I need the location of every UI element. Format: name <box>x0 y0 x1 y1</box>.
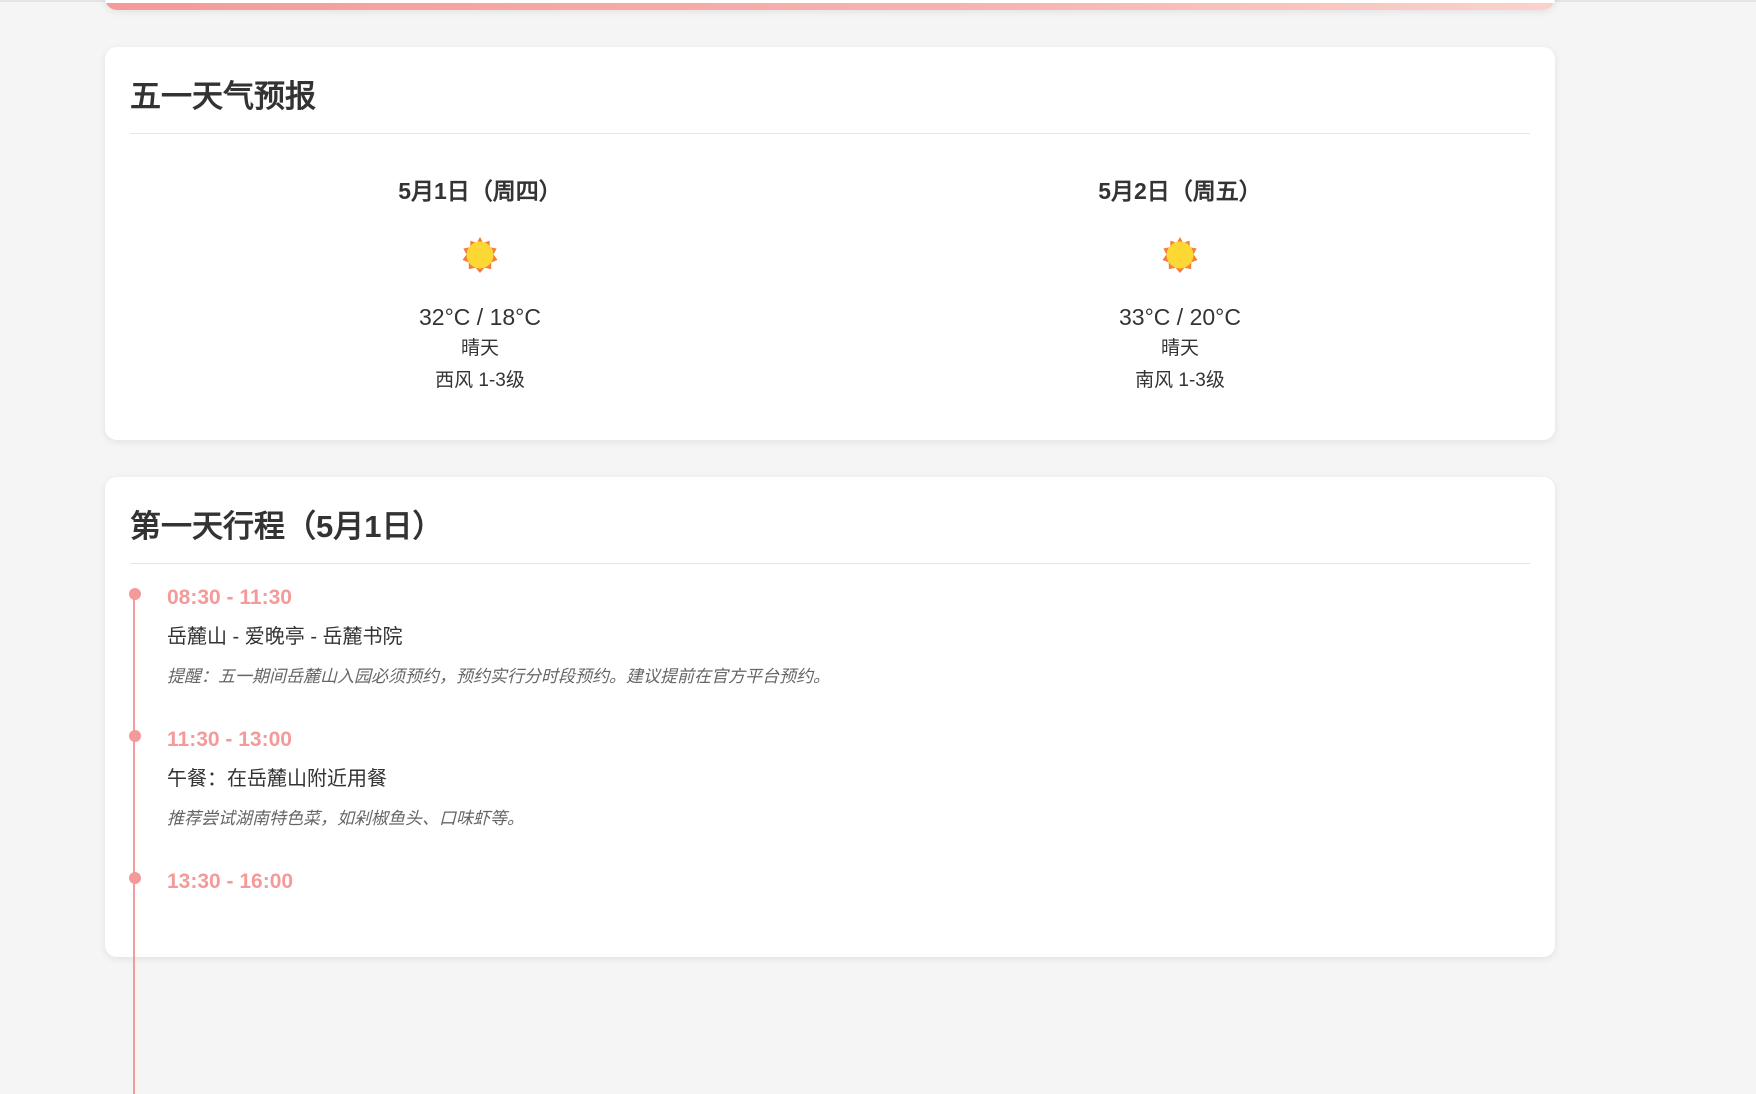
weather-day-1: 5月1日（周四） 32°C / 18°C 晴天 西风 1-3级 <box>130 174 830 397</box>
weather-date: 5月1日（周四） <box>398 178 562 204</box>
timeline-time: 11:30 - 13:00 <box>167 728 292 751</box>
timeline-note: 提醒：五一期间岳麓山入园必须预约，预约实行分时段预约。建议提前在官方平台预约。 <box>167 667 830 686</box>
timeline-time: 08:30 - 11:30 <box>167 586 292 609</box>
timeline: 08:30 - 11:30 岳麓山 - 爱晚亭 - 岳麓书院 提醒：五一期间岳麓… <box>129 584 1530 1094</box>
weather-title: 五一天气预报 <box>130 47 1530 134</box>
timeline-dot <box>129 872 141 884</box>
weather-condition: 晴天 <box>1160 338 1199 359</box>
timeline-item: 13:30 - 16:00 <box>129 868 1530 1010</box>
timeline-item: 08:30 - 11:30 岳麓山 - 爱晚亭 - 岳麓书院 提醒：五一期间岳麓… <box>129 584 1530 726</box>
weather-day-2: 5月2日（周五） 33°C / 20°C 晴天 南风 1-3级 <box>830 174 1530 397</box>
weather-date: 5月2日（周五） <box>1098 178 1262 204</box>
weather-forecast-card: 五一天气预报 5月1日（周四） 32°C / 18°C 晴天 西风 1-3级 5… <box>105 47 1555 440</box>
weather-temperature: 33°C / 20°C <box>1119 304 1241 330</box>
weather-wind: 西风 1-3级 <box>435 370 525 391</box>
itinerary-title: 第一天行程（5月1日） <box>130 477 1530 564</box>
timeline-note: 推荐尝试湖南特色菜，如剁椒鱼头、口味虾等。 <box>167 809 524 828</box>
timeline-line <box>133 594 135 1094</box>
header-gradient-bar <box>105 3 1555 10</box>
timeline-item: 11:30 - 13:00 午餐：在岳麓山附近用餐 推荐尝试湖南特色菜，如剁椒鱼… <box>129 726 1530 868</box>
timeline-dot <box>129 730 141 742</box>
weather-days: 5月1日（周四） 32°C / 18°C 晴天 西风 1-3级 5月2日（周五）… <box>130 174 1530 397</box>
header-card-bottom-edge <box>105 0 1555 10</box>
timeline-dot <box>129 588 141 600</box>
weather-temperature: 32°C / 18°C <box>419 304 541 330</box>
timeline-activity: 午餐：在岳麓山附近用餐 <box>167 768 387 790</box>
weather-wind: 南风 1-3级 <box>1135 370 1225 391</box>
day-one-itinerary-card: 第一天行程（5月1日） 08:30 - 11:30 岳麓山 - 爱晚亭 - 岳麓… <box>105 477 1555 1094</box>
sun-icon <box>462 237 498 273</box>
timeline-time: 13:30 - 16:00 <box>167 870 294 893</box>
timeline-activity: 岳麓山 - 爱晚亭 - 岳麓书院 <box>167 626 403 648</box>
weather-condition: 晴天 <box>460 338 499 359</box>
sun-icon <box>1162 237 1198 273</box>
